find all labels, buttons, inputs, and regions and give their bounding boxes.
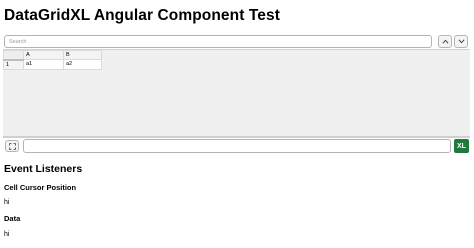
- event-listeners-heading: Event Listeners: [4, 163, 83, 175]
- row-header-1[interactable]: 1: [3, 59, 24, 70]
- grid-table: A B 1 a1 a2: [3, 50, 102, 70]
- table-row: 1 a1 a2: [3, 59, 102, 70]
- chevron-down-icon: [458, 39, 464, 44]
- column-header-row: A B: [3, 50, 102, 61]
- expand-icon: [8, 142, 16, 150]
- fullscreen-button[interactable]: [5, 140, 19, 152]
- data-grid[interactable]: A B 1 a1 a2: [3, 49, 470, 138]
- grid-cell-a1[interactable]: a1: [23, 59, 64, 70]
- previous-match-button[interactable]: [438, 35, 452, 48]
- data-value: hi: [4, 231, 10, 238]
- grid-cell-b1[interactable]: a2: [63, 59, 102, 70]
- page-title: DataGridXL Angular Component Test: [4, 7, 281, 24]
- data-label: Data: [4, 214, 21, 223]
- cell-cursor-position-value: hi: [4, 199, 10, 206]
- cell-cursor-position-label: Cell Cursor Position: [4, 183, 77, 192]
- column-header-a[interactable]: A: [23, 50, 64, 60]
- chevron-up-icon: [442, 39, 448, 44]
- grid-corner[interactable]: [3, 50, 24, 61]
- search-input[interactable]: [4, 35, 432, 48]
- datagridxl-logo: XL: [454, 139, 469, 153]
- formula-bar-input[interactable]: [23, 139, 451, 153]
- next-match-button[interactable]: [454, 35, 468, 48]
- column-header-b[interactable]: B: [63, 50, 102, 60]
